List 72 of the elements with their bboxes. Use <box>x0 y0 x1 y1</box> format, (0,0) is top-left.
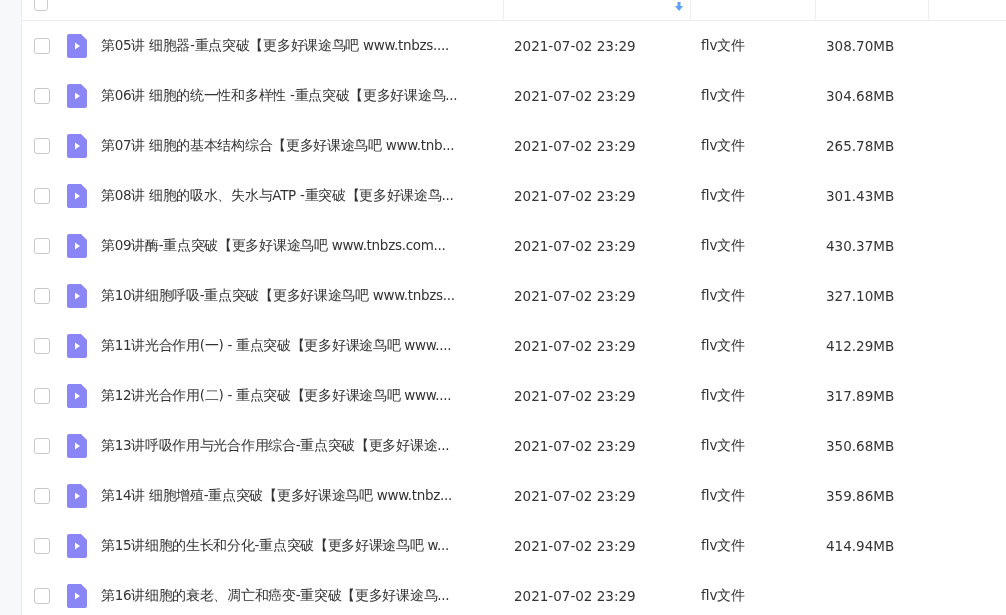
file-type: flv文件 <box>700 237 747 255</box>
video-file-icon <box>67 384 87 408</box>
file-name[interactable]: 第14讲 细胞增殖-重点突破【更多好课途鸟吧 www.tnbz... <box>101 487 452 505</box>
file-size: 304.68MB <box>825 88 896 104</box>
file-name[interactable]: 第09讲酶-重点突破【更多好课途鸟吧 www.tnbzs.com... <box>101 237 446 255</box>
video-file-icon <box>67 434 87 458</box>
modified-time: 2021-07-02 23:29 <box>513 38 637 54</box>
video-file-icon <box>67 484 87 508</box>
row-checkbox[interactable] <box>34 288 50 304</box>
row-checkbox[interactable] <box>34 488 50 504</box>
row-checkbox[interactable] <box>34 238 50 254</box>
file-type: flv文件 <box>700 437 747 455</box>
file-type: flv文件 <box>700 287 747 305</box>
row-checkbox[interactable] <box>34 538 50 554</box>
file-size: 317.89MB <box>825 388 896 404</box>
file-name[interactable]: 第06讲 细胞的统一性和多样性 -重点突破【更多好课途鸟... <box>101 87 458 105</box>
file-type: flv文件 <box>700 587 747 605</box>
file-type: flv文件 <box>700 87 747 105</box>
file-name[interactable]: 第16讲细胞的衰老、凋亡和癌变-重突破【更多好课途鸟... <box>101 587 450 605</box>
file-size: 301.43MB <box>825 188 896 204</box>
file-type: flv文件 <box>700 337 747 355</box>
modified-time: 2021-07-02 23:29 <box>513 288 637 304</box>
file-name[interactable]: 第12讲光合作用(二) - 重点突破【更多好课途鸟吧 www.... <box>101 387 452 405</box>
video-file-icon <box>67 34 87 58</box>
file-size: 350.68MB <box>825 438 896 454</box>
row-checkbox[interactable] <box>34 38 50 54</box>
modified-time: 2021-07-02 23:29 <box>513 138 637 154</box>
row-checkbox[interactable] <box>34 188 50 204</box>
file-name[interactable]: 第10讲细胞呼吸-重点突破【更多好课途鸟吧 www.tnbzs... <box>101 287 455 305</box>
file-size: 412.29MB <box>825 338 896 354</box>
file-name[interactable]: 第07讲 细胞的基本结构综合【更多好课途鸟吧 www.tnb... <box>101 137 455 155</box>
file-size: 359.86MB <box>825 488 896 504</box>
video-file-icon <box>67 334 87 358</box>
row-checkbox[interactable] <box>34 438 50 454</box>
row-checkbox[interactable] <box>34 138 50 154</box>
file-name[interactable]: 第11讲光合作用(一) - 重点突破【更多好课途鸟吧 www.... <box>101 337 452 355</box>
file-size: 430.37MB <box>825 238 896 254</box>
file-name[interactable]: 第05讲 细胞器-重点突破【更多好课途鸟吧 www.tnbzs.... <box>101 37 449 55</box>
row-checkbox[interactable] <box>34 588 50 604</box>
video-file-icon <box>67 184 87 208</box>
video-file-icon <box>67 84 87 108</box>
file-size: 414.94MB <box>825 538 896 554</box>
video-file-icon <box>67 284 87 308</box>
modified-time: 2021-07-02 23:29 <box>513 238 637 254</box>
modified-time: 2021-07-02 23:29 <box>513 88 637 104</box>
file-type: flv文件 <box>700 487 747 505</box>
file-name[interactable]: 第13讲呼吸作用与光合作用综合-重点突破【更多好课途... <box>101 437 450 455</box>
modified-time: 2021-07-02 23:29 <box>513 188 637 204</box>
file-size: 265.78MB <box>825 138 896 154</box>
row-checkbox[interactable] <box>34 388 50 404</box>
modified-time: 2021-07-02 23:29 <box>513 338 637 354</box>
video-file-icon <box>67 584 87 608</box>
video-file-icon <box>67 134 87 158</box>
file-name[interactable]: 第08讲 细胞的吸水、失水与ATP -重突破【更多好课途鸟... <box>101 187 454 205</box>
file-type: flv文件 <box>700 137 747 155</box>
file-size: 327.10MB <box>825 288 896 304</box>
row-checkbox[interactable] <box>34 88 50 104</box>
file-size: 308.70MB <box>825 38 896 54</box>
file-name[interactable]: 第15讲细胞的生长和分化-重点突破【更多好课途鸟吧 w... <box>101 537 450 555</box>
row-checkbox[interactable] <box>34 338 50 354</box>
file-type: flv文件 <box>700 187 747 205</box>
modified-time: 2021-07-02 23:29 <box>513 388 637 404</box>
modified-time: 2021-07-02 23:29 <box>513 588 637 604</box>
modified-time: 2021-07-02 23:29 <box>513 488 637 504</box>
select-all-checkbox[interactable] <box>34 0 48 11</box>
video-file-icon <box>67 534 87 558</box>
file-type: flv文件 <box>700 537 747 555</box>
modified-time: 2021-07-02 23:29 <box>513 538 637 554</box>
file-type: flv文件 <box>700 387 747 405</box>
video-file-icon <box>67 234 87 258</box>
file-type: flv文件 <box>700 37 747 55</box>
modified-time: 2021-07-02 23:29 <box>513 438 637 454</box>
